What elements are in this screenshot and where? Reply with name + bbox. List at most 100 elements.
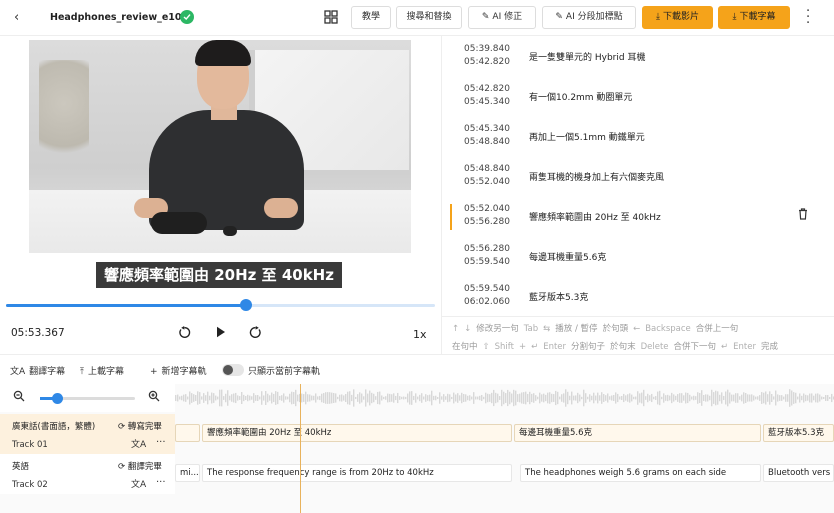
more-icon[interactable]: ··· — [156, 477, 166, 488]
waveform-bar — [365, 389, 367, 407]
waveform-bar — [627, 394, 629, 402]
waveform-bar — [273, 393, 275, 403]
grid-icon[interactable] — [324, 10, 338, 24]
more-icon[interactable]: ··· — [156, 437, 166, 448]
subtitle-item-active[interactable]: 05:52.040 05:56.280 響應頻率範圍由 20Hz 至 40kHz — [442, 203, 834, 243]
subtitle-segment[interactable]: 藍牙版本5.3克 — [763, 424, 834, 442]
waveform-bar — [375, 396, 377, 400]
waveform-bar — [717, 391, 719, 405]
subtitle-item[interactable]: 05:45.340 05:48.840 再加上一個5.1mm 動鐵單元 — [442, 123, 834, 163]
zoom-in-icon[interactable] — [148, 390, 160, 405]
waveform-bar — [721, 392, 723, 404]
check-circle-icon — [180, 10, 194, 24]
shortcut-row-2: 在句中 ⇧ Shift + ↵ Enter 分割句子 於句末 Delete 合併下一句 ↵ Enter… — [452, 340, 783, 352]
subtitle-segment[interactable]: Bluetooth vers — [763, 464, 834, 482]
video-headphones — [151, 212, 207, 234]
header: ‹ Headphones_review_e104 教學 搜尋和替換 ✎ AI 修正… — [0, 0, 834, 36]
upload-button[interactable]: ⤒ 上載字幕 — [80, 364, 124, 377]
only-current-toggle[interactable] — [222, 364, 244, 376]
track-02-header[interactable]: 英語 Track 02 ⟳ 翻譯完畢 文A ··· — [0, 454, 175, 494]
subtitle-item[interactable]: 05:48.840 05:52.040 兩隻耳機的機身加上有六個麥克風 — [442, 163, 834, 203]
waveform-bar — [183, 394, 185, 402]
waveform-bar — [345, 394, 347, 402]
playback-speed[interactable]: 1x — [413, 328, 427, 341]
waveform-bar — [415, 393, 417, 403]
subtitle-text[interactable]: 有一個10.2mm 動圈單元 — [529, 90, 632, 103]
subtitle-segment[interactable]: The headphones weigh 5.6 grams on each s… — [520, 464, 761, 482]
video-player[interactable] — [29, 40, 411, 253]
subtitle-segment[interactable]: mi... — [175, 464, 200, 482]
waveform-bar — [277, 391, 279, 405]
waveform-bar — [639, 393, 641, 403]
subtitle-segment[interactable]: 響應頻率範圍由 20Hz 至 40kHz — [202, 424, 512, 442]
waveform-bar — [465, 394, 467, 402]
video-progress-knob[interactable] — [240, 299, 253, 311]
waveform-bar — [177, 394, 179, 402]
zoom-knob[interactable] — [52, 393, 64, 404]
download-icon: ⤓ — [732, 12, 737, 22]
shortcut-context: 於句頭 — [602, 324, 629, 334]
play-icon[interactable] — [216, 326, 226, 341]
track-status-label: 轉寫完畢 — [127, 422, 162, 432]
timeline-playhead[interactable] — [300, 384, 301, 513]
download-subtitles-button[interactable]: ⤓ 下載字幕 — [718, 6, 790, 29]
shortcut-desc: 合併下一句 — [673, 342, 717, 352]
waveform-bar — [191, 393, 193, 403]
ai-fix-button[interactable]: ✎ AI 修正 — [468, 6, 536, 29]
waveform-bar — [461, 392, 463, 404]
subtitle-text[interactable]: 響應頻率範圍由 20Hz 至 40kHz — [529, 210, 661, 223]
subtitle-item[interactable]: 05:56.280 05:59.540 每邊耳機重量5.6克 — [442, 243, 834, 283]
waveform-bar — [239, 396, 241, 400]
add-track-button[interactable]: + 新增字幕軌 — [150, 364, 207, 377]
search-replace-button[interactable]: 搜尋和替換 — [396, 6, 462, 29]
waveform-bar — [423, 396, 425, 400]
subtitle-end: 05:59.540 — [464, 257, 510, 267]
waveform-bar — [645, 396, 647, 400]
subtitle-start: 05:52.040 — [464, 204, 510, 214]
key-delete: Delete — [640, 342, 669, 352]
subtitle-end: 06:02.060 — [464, 297, 510, 307]
subtitle-text[interactable]: 藍牙版本5.3克 — [529, 290, 588, 303]
waveform-bar — [179, 396, 181, 400]
waveform-bar — [249, 395, 251, 401]
waveform-bar — [779, 395, 781, 401]
magic-wand-icon: ✎ — [481, 12, 490, 22]
subtitle-text[interactable]: 兩隻耳機的機身加上有六個麥克風 — [529, 170, 664, 183]
download-video-button[interactable]: ⤓ 下載影片 — [642, 6, 713, 29]
kebab-icon[interactable]: · · · — [806, 5, 810, 30]
subtitle-text[interactable]: 每邊耳機重量5.6克 — [529, 250, 606, 263]
waveform-bar — [447, 393, 449, 403]
subtitle-item[interactable]: 05:42.820 05:45.340 有一個10.2mm 動圈單元 — [442, 83, 834, 123]
video-progress-bar[interactable] — [6, 299, 435, 311]
rewind-icon[interactable] — [178, 326, 191, 342]
subtitle-segment[interactable]: 每邊耳機重量5.6克 — [514, 424, 761, 442]
subtitle-segment[interactable] — [175, 424, 200, 442]
subtitle-start: 05:39.840 — [464, 44, 510, 54]
ai-split-button[interactable]: ✎ AI 分段加標點 — [542, 6, 636, 29]
subtitle-text[interactable]: 是一隻雙單元的 Hybrid 耳機 — [529, 50, 645, 63]
subtitle-text[interactable]: 再加上一個5.1mm 動鐵單元 — [529, 130, 645, 143]
chevron-left-icon[interactable]: ‹ — [14, 10, 19, 25]
waveform-bar — [265, 390, 267, 406]
waveform-bar — [471, 396, 473, 400]
subtitle-segment[interactable]: The response frequency range is from 20H… — [202, 464, 512, 482]
translate-button[interactable]: 文A 翻譯字幕 — [10, 364, 65, 377]
waveform-bar — [539, 392, 541, 404]
subtitle-item[interactable]: 05:39.840 05:42.820 是一隻雙單元的 Hybrid 耳機 — [442, 43, 834, 83]
translate-icon[interactable]: 文A — [131, 437, 146, 450]
waveform-bar — [699, 392, 701, 404]
waveform-bar — [251, 396, 253, 400]
track-01-header[interactable]: 廣東話(書面語，繁體) Track 01 ⟳ 轉寫完畢 文A ··· — [0, 414, 175, 454]
tutorial-button[interactable]: 教學 — [351, 6, 391, 29]
waveform-bar — [255, 395, 257, 401]
waveform-bar — [759, 395, 761, 401]
waveform-bar — [537, 396, 539, 400]
zoom-out-icon[interactable] — [13, 390, 25, 405]
zoom-slider[interactable] — [40, 393, 135, 404]
translate-icon[interactable]: 文A — [131, 477, 146, 490]
waveform-bar — [207, 391, 209, 405]
forward-icon[interactable] — [249, 326, 262, 342]
waveform-bar — [545, 394, 547, 402]
ai-split-label: AI 分段加標點 — [565, 12, 623, 22]
trash-icon[interactable] — [798, 208, 808, 223]
